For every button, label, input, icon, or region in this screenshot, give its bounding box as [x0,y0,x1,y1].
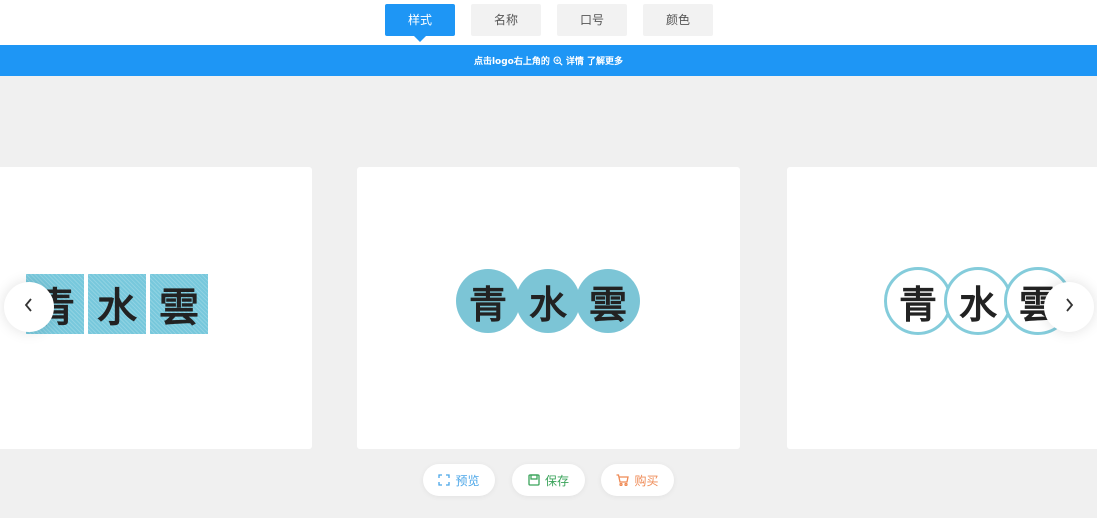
save-label: 保存 [544,473,569,488]
chevron-left-icon [23,297,35,317]
buy-button[interactable]: 购买 [601,464,674,496]
logo-char-3: 雲 [150,274,208,334]
chevron-right-icon [1063,297,1075,317]
logo-char-2: 水 [88,274,146,334]
logo-char-1: 青 [884,267,952,335]
expand-icon [438,474,451,486]
next-button[interactable] [1044,282,1094,332]
logo-char-2: 水 [944,267,1012,335]
logo-char-3: 雲 [576,269,640,333]
info-banner: 点击logo右上角的 详情 了解更多 [0,45,1097,76]
cart-icon [616,474,630,486]
logo-preview-circles: 青 水 雲 [456,269,640,333]
logo-preview-rings: 青 水 雲 [884,267,1072,335]
info-text-before: 点击logo右上角的 [473,57,550,67]
save-icon [528,474,540,486]
buy-label: 购买 [634,473,659,488]
top-tab-bar: 样式 名称 口号 颜色 [0,0,1097,45]
tab-style[interactable]: 样式 [385,4,455,42]
zoom-in-icon [553,55,563,66]
info-text-after: 详情 了解更多 [565,57,624,67]
logo-card-filled-circles[interactable]: 青 水 雲 [357,167,740,449]
prev-button[interactable] [4,282,54,332]
logo-char-2: 水 [516,269,580,333]
tab-color[interactable]: 颜色 [643,4,713,36]
preview-button[interactable]: 预览 [423,464,495,496]
save-button[interactable]: 保存 [512,464,585,496]
tab-name[interactable]: 名称 [471,4,541,36]
logo-char-1: 青 [456,269,520,333]
preview-label: 预览 [455,473,480,488]
tab-slogan[interactable]: 口号 [557,4,627,36]
